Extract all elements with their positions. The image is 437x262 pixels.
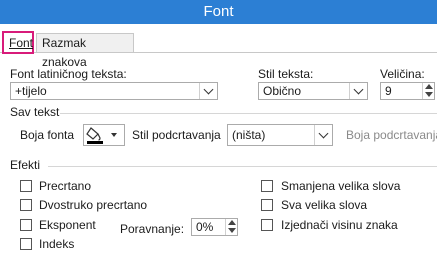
subscript-label: Indeks — [39, 237, 75, 251]
equalize-height-label: Izjednači visinu znaka — [281, 218, 398, 232]
double-strikethrough-checkbox[interactable] — [20, 199, 32, 211]
font-latin-select[interactable]: +tijelo — [10, 82, 218, 100]
superscript-label: Eksponent — [39, 218, 96, 232]
offset-spinner[interactable] — [225, 219, 237, 235]
underline-style-label: Stil podcrtavanja — [132, 128, 221, 142]
tab-character-spacing-label: Razmak znakova — [42, 36, 87, 69]
title-bar: Font — [0, 0, 437, 24]
font-latin-value: +tijelo — [15, 84, 47, 98]
size-label: Veličina: — [380, 67, 425, 81]
size-input[interactable]: 9 — [380, 82, 435, 100]
font-color-label: Boja fonta — [20, 128, 75, 142]
spin-up-icon[interactable] — [228, 220, 236, 225]
small-caps-checkbox[interactable] — [261, 180, 273, 192]
tab-font-label: Font — [9, 36, 34, 50]
font-color-button[interactable] — [83, 124, 125, 146]
offset-input[interactable]: 0% — [191, 218, 238, 236]
font-style-dropdown-button[interactable] — [349, 83, 367, 99]
font-style-label: Stil teksta: — [258, 67, 314, 81]
spin-up-icon[interactable] — [425, 84, 433, 89]
equalize-height-checkbox[interactable] — [261, 219, 273, 231]
effects-section-label: Efekti — [10, 158, 41, 172]
all-text-section-label: Sav tekst — [10, 105, 60, 119]
double-strikethrough-label: Dvostruko precrtano — [39, 198, 148, 212]
small-caps-label: Smanjena velika slova — [281, 179, 401, 193]
size-spinner[interactable] — [422, 83, 434, 99]
size-value: 9 — [385, 84, 392, 98]
all-caps-checkbox[interactable] — [261, 199, 273, 211]
paint-bucket-icon — [86, 127, 117, 144]
effects-separator — [48, 166, 437, 167]
font-latin-dropdown-button[interactable] — [199, 83, 217, 99]
subscript-checkbox[interactable] — [20, 238, 32, 250]
chevron-down-icon — [353, 84, 364, 94]
offset-value: 0% — [196, 220, 214, 234]
chevron-down-icon — [203, 84, 214, 94]
all-text-separator — [60, 113, 437, 114]
window-title: Font — [203, 3, 234, 20]
underline-style-value: (ništa) — [232, 128, 266, 142]
tab-font[interactable]: Font — [2, 31, 34, 54]
spin-down-icon[interactable] — [228, 228, 236, 233]
superscript-checkbox[interactable] — [20, 219, 32, 231]
font-latin-label: Font latiničnog teksta: — [10, 67, 127, 81]
strikethrough-checkbox[interactable] — [20, 180, 32, 192]
spin-down-icon[interactable] — [425, 92, 433, 97]
tab-character-spacing[interactable]: Razmak znakova — [36, 33, 134, 69]
underline-style-dropdown-button[interactable] — [314, 125, 332, 145]
strikethrough-label: Precrtano — [39, 179, 92, 193]
offset-label: Poravnanje: — [120, 222, 185, 236]
chevron-down-icon — [318, 128, 329, 138]
underline-color-label: Boja podcrtavanja — [346, 128, 437, 142]
font-style-select[interactable]: Obično — [258, 82, 368, 100]
underline-style-select[interactable]: (ništa) — [227, 124, 333, 146]
all-caps-label: Sva velika slova — [281, 198, 368, 212]
font-style-value: Obično — [263, 84, 302, 98]
